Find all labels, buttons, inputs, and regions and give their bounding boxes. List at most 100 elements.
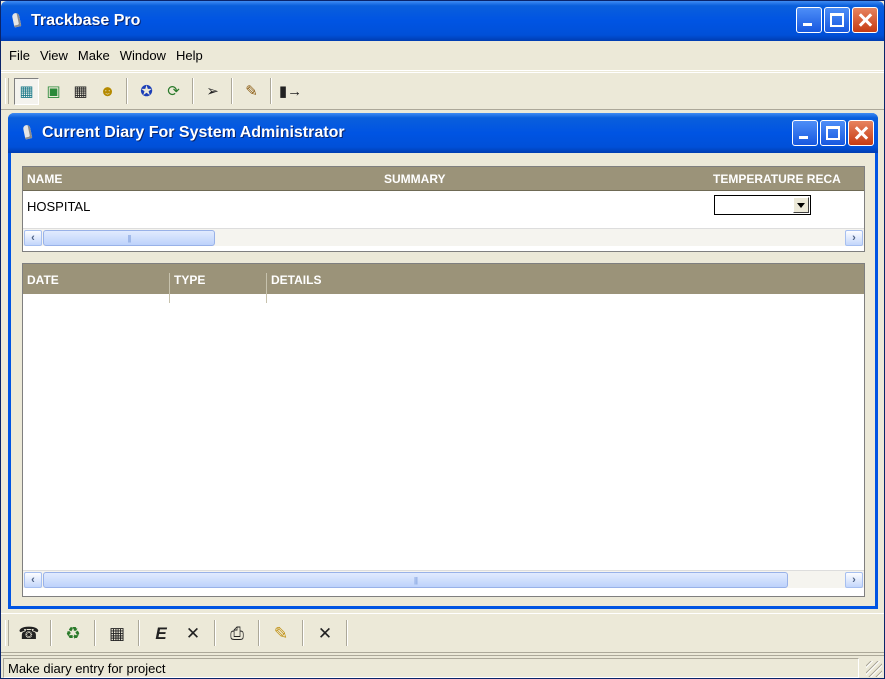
diary-button[interactable]: ▦ xyxy=(14,77,39,105)
status-text: Make diary entry for project xyxy=(3,658,859,678)
diary-minimize-button[interactable] xyxy=(792,120,818,146)
diary-horizontal-scrollbar[interactable]: ‹ ||| › xyxy=(23,570,864,588)
close-button[interactable] xyxy=(852,7,878,33)
phone-button[interactable]: ☎ xyxy=(14,618,44,648)
table-row[interactable]: HOSPITAL xyxy=(23,191,864,219)
app-title: Trackbase Pro xyxy=(31,12,141,29)
toolbar-separator xyxy=(214,620,216,646)
diary-grid-body[interactable] xyxy=(23,294,864,570)
diary-window-controls xyxy=(792,120,874,146)
recycle-icon: ♻ xyxy=(65,623,81,643)
toolbar-separator xyxy=(138,620,140,646)
scroll-right-icon[interactable]: › xyxy=(845,230,863,246)
column-header-summary[interactable]: SUMMARY xyxy=(384,172,446,186)
app-window-controls xyxy=(796,7,878,33)
toolbar-grip[interactable] xyxy=(5,620,9,646)
app-window: Trackbase Pro File View Make Window Help… xyxy=(0,0,885,679)
maximize-icon xyxy=(826,126,840,140)
toolbar-separator xyxy=(94,620,96,646)
menu-file[interactable]: File xyxy=(4,45,35,66)
diary-window-icon xyxy=(22,124,34,142)
toolbar-separator xyxy=(346,620,348,646)
menu-bar: File View Make Window Help xyxy=(1,41,884,71)
run-icon: ✪ xyxy=(140,82,153,100)
recycle-button[interactable]: ♻ xyxy=(58,618,88,648)
project-button[interactable]: ▣ xyxy=(41,78,66,105)
diary-icon: ▦ xyxy=(19,82,34,100)
diary-window-title-bar[interactable]: Current Diary For System Administrator xyxy=(8,113,878,153)
diary-window-title: Current Diary For System Administrator xyxy=(42,124,345,141)
summary-grid-header: NAME SUMMARY TEMPERATURE RECA xyxy=(23,167,864,191)
summary-horizontal-scrollbar[interactable]: ‹ ||| › xyxy=(23,228,864,246)
id-card-button[interactable]: ▦ xyxy=(102,618,132,648)
tools-button[interactable]: ✎ xyxy=(239,78,264,105)
calendar-button[interactable]: ▦ xyxy=(68,78,93,105)
column-header-name[interactable]: NAME xyxy=(27,172,62,186)
eraser-button[interactable]: ✎ xyxy=(266,618,296,648)
scroll-thumb[interactable]: ||| xyxy=(43,572,788,588)
close-icon xyxy=(853,8,877,32)
toolbar-separator xyxy=(231,78,233,104)
resize-grip-icon[interactable] xyxy=(866,661,882,677)
diary-toolbar: ☎ ♻ ▦ E ✕ ⎙ ✎ ✕ xyxy=(1,613,884,653)
toolbar-separator xyxy=(192,78,194,104)
diary-entries-grid: DATE TYPE DETAILS ‹ ||| › xyxy=(22,263,865,597)
menu-make[interactable]: Make xyxy=(73,45,115,66)
refresh-button[interactable]: ⟳ xyxy=(161,78,186,105)
maximize-icon xyxy=(830,13,844,27)
status-bar: Make diary entry for project xyxy=(1,655,884,679)
menu-help[interactable]: Help xyxy=(171,45,208,66)
delete-icon: ✕ xyxy=(185,623,201,643)
menu-window[interactable]: Window xyxy=(115,45,171,66)
print-icon: ⎙ xyxy=(230,623,244,643)
scroll-left-icon[interactable]: ‹ xyxy=(24,230,42,246)
diary-grid-header: DATE TYPE DETAILS xyxy=(23,264,864,303)
run-button[interactable]: ✪ xyxy=(134,78,159,105)
app-icon xyxy=(11,12,23,30)
contacts-button[interactable]: ☻ xyxy=(95,78,120,105)
diary-maximize-button[interactable] xyxy=(820,120,846,146)
cell-name: HOSPITAL xyxy=(27,199,91,214)
toolbar-separator xyxy=(302,620,304,646)
close-icon xyxy=(849,121,873,145)
print-button[interactable]: ⎙ xyxy=(222,618,252,648)
toolbar-separator xyxy=(270,78,272,104)
column-header-details[interactable]: DETAILS xyxy=(271,273,321,287)
id-card-icon: ▦ xyxy=(108,623,126,643)
scroll-right-icon[interactable]: › xyxy=(845,572,863,588)
diary-close-button[interactable] xyxy=(848,120,874,146)
tools-icon: ✎ xyxy=(245,82,258,100)
scroll-left-icon[interactable]: ‹ xyxy=(24,572,42,588)
edit-entry-icon: E xyxy=(155,623,167,643)
column-header-date[interactable]: DATE xyxy=(27,273,59,287)
project-icon: ▣ xyxy=(46,82,61,100)
maximize-button[interactable] xyxy=(824,7,850,33)
contacts-icon: ☻ xyxy=(99,82,116,100)
scroll-thumb[interactable]: ||| xyxy=(43,230,215,246)
minimize-icon xyxy=(803,23,812,26)
main-toolbar: ▦ ▣ ▦ ☻ ✪ ⟳ ➢ ✎ ▮→ xyxy=(1,72,884,110)
refresh-icon: ⟳ xyxy=(167,82,180,100)
column-header-temperature[interactable]: TEMPERATURE RECA xyxy=(713,172,841,186)
close-icon: ✕ xyxy=(317,623,333,643)
temperature-dropdown[interactable] xyxy=(714,195,811,215)
pick-button[interactable]: ➢ xyxy=(200,78,225,105)
app-title-bar[interactable]: Trackbase Pro xyxy=(1,1,884,41)
close-diary-button[interactable]: ✕ xyxy=(310,618,340,648)
pick-icon: ➢ xyxy=(206,82,219,100)
phone-icon: ☎ xyxy=(18,623,40,643)
minimize-button[interactable] xyxy=(796,7,822,33)
minimize-icon xyxy=(799,136,808,139)
exit-door-icon: ▮→ xyxy=(278,82,303,100)
toolbar-separator xyxy=(126,78,128,104)
delete-button[interactable]: ✕ xyxy=(178,618,208,648)
dropdown-arrow-icon[interactable] xyxy=(793,197,809,213)
calendar-icon: ▦ xyxy=(73,82,88,100)
exit-button[interactable]: ▮→ xyxy=(278,78,303,105)
menu-view[interactable]: View xyxy=(35,45,73,66)
eraser-icon: ✎ xyxy=(273,623,289,643)
edit-entry-button[interactable]: E xyxy=(146,618,176,648)
toolbar-separator xyxy=(258,620,260,646)
column-header-type[interactable]: TYPE xyxy=(174,273,205,287)
toolbar-grip[interactable] xyxy=(5,78,9,104)
